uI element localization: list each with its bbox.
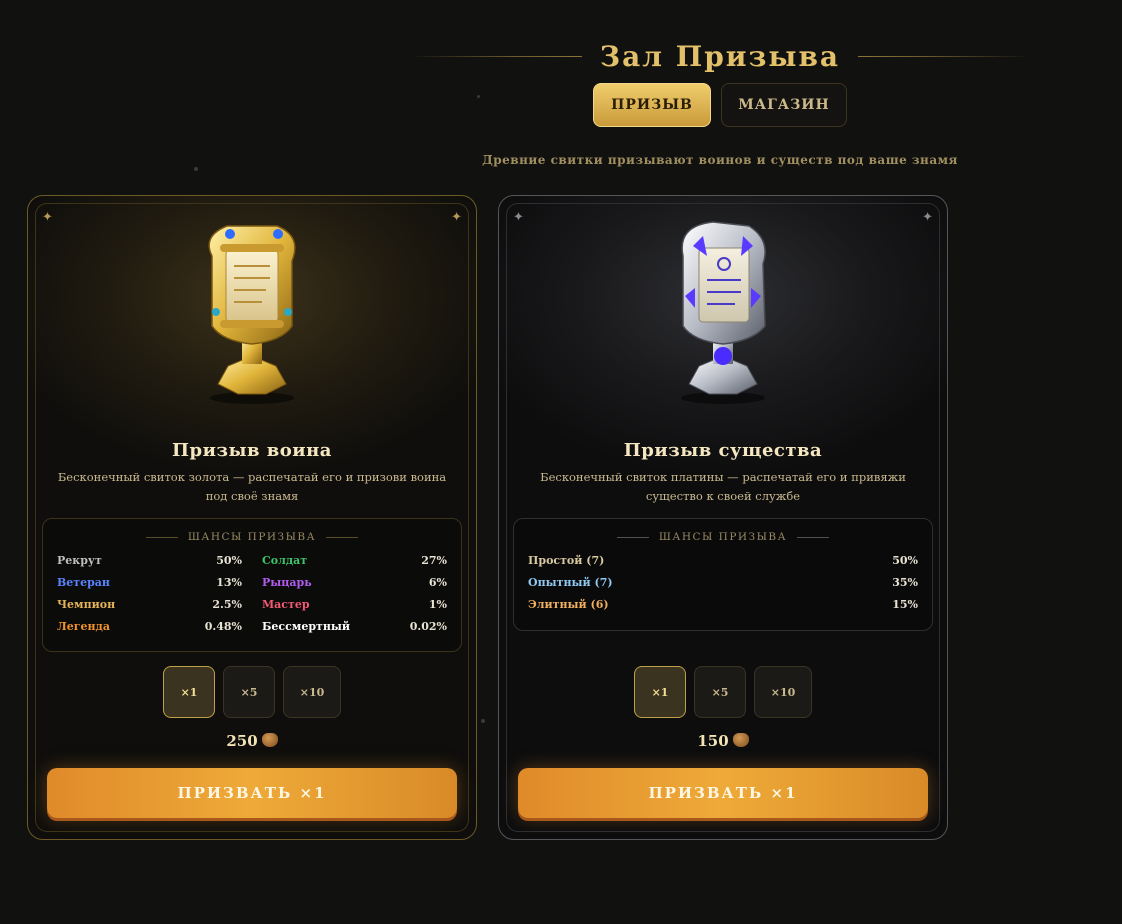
rarity-chance: 27%: [421, 554, 447, 567]
odds-grid: Простой (7) 50% Опытный (7) 35% Элитный (6…: [528, 553, 918, 613]
dust-speck: [481, 719, 485, 723]
dust-speck: [194, 167, 198, 171]
golden-scroll-icon: [208, 225, 296, 404]
odds-row: Мастер 1%: [262, 597, 447, 613]
warrior-summon-card: ✦ ✦ Призыв воина Бесконечный свиток золо…: [27, 195, 477, 840]
tier-chance: 35%: [892, 576, 918, 589]
odds-row: Рыцарь 6%: [262, 575, 447, 591]
quantity-x5-button[interactable]: ×5: [694, 666, 746, 718]
rarity-chance: 50%: [216, 554, 242, 567]
price-value: 250: [226, 732, 258, 750]
sparkle-icon: ✦: [513, 210, 524, 225]
sparkle-icon: ✦: [42, 210, 53, 225]
platinum-scroll-icon: [681, 221, 766, 404]
rarity-name: Легенда: [57, 620, 110, 633]
rarity-name: Бессмертный: [262, 620, 351, 633]
tier-name: Простой (7): [528, 554, 605, 567]
odds-row: Солдат 27%: [262, 553, 447, 569]
tier-chance: 15%: [892, 598, 918, 611]
tier-name: Опытный (7): [528, 576, 613, 589]
summon-button[interactable]: ПРИЗВАТЬ ×1: [518, 768, 928, 818]
title-divider-left: [410, 56, 582, 57]
summon-odds-panel: ШАНСЫ ПРИЗЫВА Рекрут 50% Солдат 27% Ветера…: [42, 518, 462, 652]
summon-button[interactable]: ПРИЗВАТЬ ×1: [47, 768, 457, 818]
tier-name: Элитный (6): [528, 598, 609, 611]
card-description: Бесконечный свиток золота — распечатай е…: [57, 470, 447, 503]
price-value: 150: [697, 732, 729, 750]
odds-title: ШАНСЫ ПРИЗЫВА: [658, 531, 788, 543]
rarity-chance: 1%: [428, 598, 447, 611]
quantity-x1-button[interactable]: ×1: [634, 666, 686, 718]
rarity-chance: 6%: [428, 576, 447, 589]
odds-row: Легенда 0.48%: [57, 619, 242, 635]
rarity-chance: 0.02%: [409, 620, 447, 633]
rarity-chance: 2.5%: [212, 598, 242, 611]
page-subtitle: Древние свитки призывают воинов и сущест…: [482, 153, 958, 167]
odds-grid: Рекрут 50% Солдат 27% Ветеран 13% Рыцарь 6% …: [57, 553, 447, 635]
tab-shop[interactable]: МАГАЗИН: [721, 83, 847, 127]
price-display: 150: [499, 732, 947, 750]
quantity-x5-button[interactable]: ×5: [223, 666, 275, 718]
title-divider-right: [858, 56, 1030, 57]
page-header: Зал Призыва ПРИЗЫВ МАГАЗИН Древние свитк…: [410, 40, 1030, 167]
odds-row: Элитный (6) 15%: [528, 597, 918, 613]
summon-odds-panel: ШАНСЫ ПРИЗЫВА Простой (7) 50% Опытный (7)…: [513, 518, 933, 631]
rarity-chance: 0.48%: [204, 620, 242, 633]
odds-title: ШАНСЫ ПРИЗЫВА: [187, 531, 317, 543]
sparkle-icon: ✦: [451, 210, 462, 225]
odds-row: Опытный (7) 35%: [528, 575, 918, 591]
quantity-x1-button[interactable]: ×1: [163, 666, 215, 718]
quantity-x10-button[interactable]: ×10: [754, 666, 812, 718]
creature-summon-card: ✦ ✦ Призыв существа Бесконечный свиток п…: [498, 195, 948, 840]
currency-bag-icon: [732, 733, 749, 747]
rarity-name: Рекрут: [57, 554, 102, 567]
rarity-name: Мастер: [262, 598, 310, 611]
odds-row: Рекрут 50%: [57, 553, 242, 569]
quantity-x10-button[interactable]: ×10: [283, 666, 341, 718]
quantity-selector: ×1 ×5 ×10: [28, 666, 476, 718]
sparkle-icon: ✦: [922, 210, 933, 225]
rarity-name: Рыцарь: [262, 576, 312, 589]
odds-row: Ветеран 13%: [57, 575, 242, 591]
page-title: Зал Призыва: [599, 40, 841, 73]
quantity-selector: ×1 ×5 ×10: [499, 666, 947, 718]
odds-row: Чемпион 2.5%: [57, 597, 242, 613]
odds-row: Простой (7) 50%: [528, 553, 918, 569]
tab-summon[interactable]: ПРИЗЫВ: [593, 83, 711, 127]
rarity-name: Ветеран: [57, 576, 110, 589]
odds-row: Бессмертный 0.02%: [262, 619, 447, 635]
rarity-name: Солдат: [262, 554, 308, 567]
tier-chance: 50%: [892, 554, 918, 567]
odds-header: ШАНСЫ ПРИЗЫВА: [43, 531, 461, 543]
card-description: Бесконечный свиток платины — распечатай …: [540, 470, 906, 503]
tab-bar: ПРИЗЫВ МАГАЗИН: [410, 83, 1030, 127]
rarity-chance: 13%: [216, 576, 242, 589]
card-title: Призыв воина: [172, 440, 332, 461]
rarity-name: Чемпион: [57, 598, 116, 611]
card-title: Призыв существа: [623, 440, 823, 461]
price-display: 250: [28, 732, 476, 750]
odds-header: ШАНСЫ ПРИЗЫВА: [514, 531, 932, 543]
currency-bag-icon: [261, 733, 278, 747]
